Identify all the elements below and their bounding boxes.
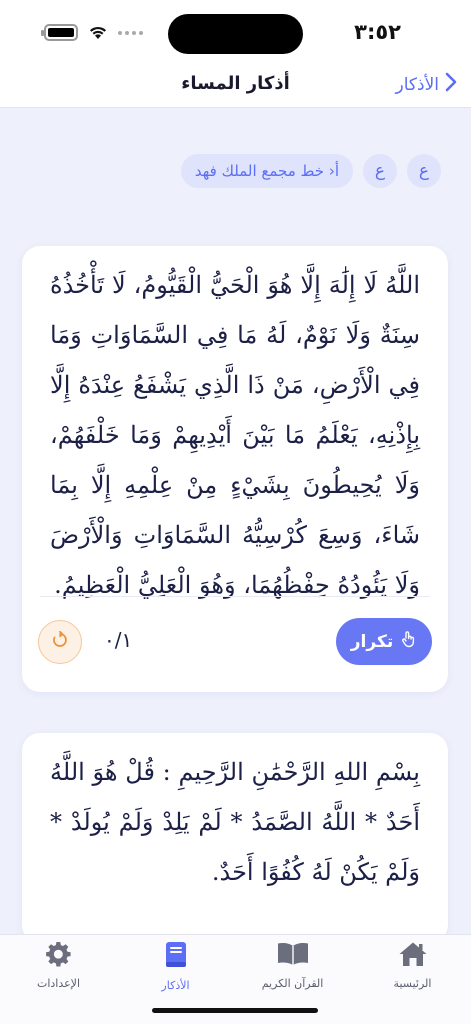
book-icon [164,941,188,973]
dynamic-island [168,14,303,54]
status-icons [41,24,143,41]
nav-bar: أذكار المساء الأذكار [0,64,471,108]
zikr-text: اللَّهُ لَا إِلَٰهَ إِلَّا هُوَ الْحَيُّ… [50,271,420,599]
back-button[interactable]: الأذكار [396,72,457,97]
tab-quran[interactable]: القرآن الكريم [234,941,351,990]
tab-label: الأذكار [161,979,190,992]
back-label: الأذكار [395,74,439,95]
font-family-chip[interactable]: أ‹ خط مجمع الملك فهد [180,154,353,188]
tab-azkar[interactable]: الأذكار [117,941,234,992]
tab-label: القرآن الكريم [261,977,324,990]
status-bar: ٣:٥٢ [0,0,471,64]
gear-icon [45,941,72,971]
font-controls: أ‹ خط مجمع الملك فهد ع ع [180,154,441,188]
tap-hand-icon [399,630,417,653]
font-size-decrease-chip[interactable]: ع [363,154,397,188]
zikr-card: اللَّهُ لَا إِلَٰهَ إِلَّا هُوَ الْحَيُّ… [22,246,448,692]
wifi-icon [88,25,108,40]
repeat-counter: ٠/١ [104,628,133,652]
repeat-label: تكرار [350,631,394,652]
signal-icon [118,30,143,35]
font-size-increase-chip[interactable]: ع [407,154,441,188]
status-time: ٣:٥٢ [354,20,401,44]
refresh-icon [51,630,69,654]
card-divider [40,596,430,597]
reset-counter-button[interactable] [38,620,82,664]
home-indicator [152,1008,318,1013]
book-open-icon [277,941,309,971]
battery-icon [41,24,78,41]
repeat-button[interactable]: تكرار [336,618,432,665]
zikr-text: بِسْمِ اللهِ الرَّحْمَٰنِ الرَّحِيمِ : ق… [50,758,420,886]
tab-label: الإعدادات [36,977,81,990]
tab-label: الرئيسية [393,977,432,990]
tab-home[interactable]: الرئيسية [354,941,471,990]
tab-settings[interactable]: الإعدادات [0,941,117,990]
home-icon [398,941,428,971]
zikr-card: بِسْمِ اللهِ الرَّحْمَٰنِ الرَّحِيمِ : ق… [22,733,448,943]
chevron-right-icon [445,72,457,97]
